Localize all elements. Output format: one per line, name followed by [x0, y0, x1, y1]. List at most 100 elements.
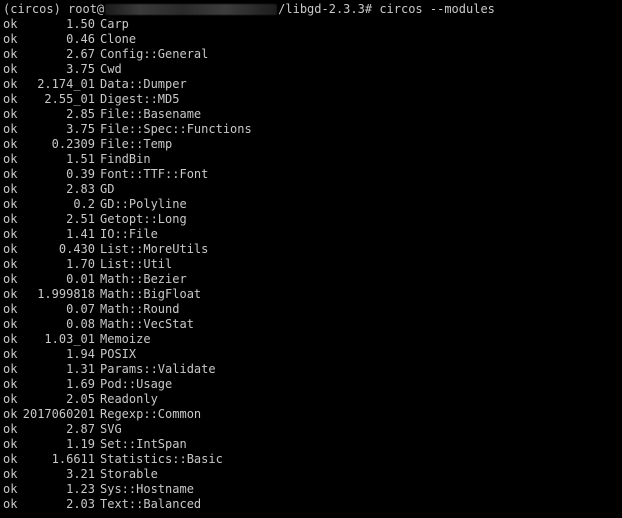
module-row: ok 1.19 Set::IntSpan [0, 437, 622, 452]
module-status: ok [3, 377, 18, 391]
module-version: 2.51 [66, 212, 95, 226]
module-status: ok [3, 317, 18, 331]
module-row: ok 1.999818 Math::BigFloat [0, 287, 622, 302]
module-version: 1.999818 [37, 287, 95, 301]
module-version: 1.23 [66, 482, 95, 496]
module-name: Math::Bezier [100, 272, 187, 286]
module-status: ok [3, 122, 18, 136]
module-status: ok [3, 482, 18, 496]
module-row: ok 1.70 List::Util [0, 257, 622, 272]
module-status: ok [3, 92, 18, 106]
module-row: ok 3.21 Storable [0, 467, 622, 482]
module-status: ok [3, 257, 18, 271]
module-status: ok [3, 47, 18, 61]
module-version: 1.69 [66, 377, 95, 391]
module-version: 3.75 [66, 62, 95, 76]
module-name: List::MoreUtils [100, 242, 209, 256]
module-name: IO::File [100, 227, 158, 241]
module-status: ok [3, 182, 18, 196]
module-row: ok 0.01 Math::Bezier [0, 272, 622, 287]
module-version: 2.05 [66, 392, 95, 406]
module-row: ok 0.08 Math::VecStat [0, 317, 622, 332]
module-version: 0.01 [66, 272, 95, 286]
module-row: ok 2.174_01 Data::Dumper [0, 77, 622, 92]
module-row: ok 3.75 File::Spec::Functions [0, 122, 622, 137]
terminal-window[interactable]: (circos) root@ /libgd-2.3.3# circos --mo… [0, 0, 622, 518]
prompt-env: (circos) root@ [3, 2, 105, 16]
module-name: Carp [100, 17, 129, 31]
module-name: Math::VecStat [100, 317, 194, 331]
module-version: 1.31 [66, 362, 95, 376]
module-name: List::Util [100, 257, 173, 271]
module-status: ok [3, 332, 18, 346]
module-version: 1.51 [66, 152, 95, 166]
module-version: 0.2 [73, 197, 95, 211]
module-status: ok [3, 62, 18, 76]
module-status: ok [3, 422, 18, 436]
module-name: Math::BigFloat [100, 287, 202, 301]
module-row: ok 2.05 Readonly [0, 392, 622, 407]
module-version: 2.83 [66, 182, 95, 196]
module-version: 2.174_01 [37, 77, 95, 91]
module-name: GD [100, 182, 115, 196]
module-row: ok 2.83 GD [0, 182, 622, 197]
module-row: ok 2.87 SVG [0, 422, 622, 437]
module-version: 1.6611 [51, 452, 95, 466]
module-name: GD::Polyline [100, 197, 187, 211]
module-row: ok 2.51 Getopt::Long [0, 212, 622, 227]
module-list: ok 1.50 Carp ok 0.46 Clone ok 2.67 Config::Gener… [0, 17, 622, 512]
module-name: File::Basename [100, 107, 202, 121]
module-name: POSIX [100, 347, 137, 361]
module-name: Clone [100, 32, 137, 46]
module-version: 1.03_01 [44, 332, 95, 346]
module-status: ok [3, 212, 18, 226]
module-row: ok 1.51 FindBin [0, 152, 622, 167]
module-version: 1.70 [66, 257, 95, 271]
module-version: 2017060201 [22, 407, 95, 421]
module-status: ok [3, 287, 18, 301]
module-name: Math::Round [100, 302, 180, 316]
module-row: ok 0.2 GD::Polyline [0, 197, 622, 212]
module-status: ok [3, 272, 18, 286]
module-name: Cwd [100, 62, 122, 76]
module-version: 1.50 [66, 17, 95, 31]
module-row: ok 1.23 Sys::Hostname [0, 482, 622, 497]
module-name: Pod::Usage [100, 377, 173, 391]
module-name: Readonly [100, 392, 158, 406]
module-row: ok 3.75 Cwd [0, 62, 622, 77]
module-version: 0.08 [66, 317, 95, 331]
module-name: File::Temp [100, 137, 173, 151]
module-version: 2.03 [66, 497, 95, 511]
module-row: ok 1.50 Carp [0, 17, 622, 32]
module-name: File::Spec::Functions [100, 122, 252, 136]
module-name: Text::Balanced [100, 497, 202, 511]
module-name: Digest::MD5 [100, 92, 180, 106]
module-status: ok [3, 452, 18, 466]
module-name: Set::IntSpan [100, 437, 187, 451]
module-row: ok 1.41 IO::File [0, 227, 622, 242]
module-name: Storable [100, 467, 158, 481]
prompt-path: /libgd-2.3.3# [278, 2, 380, 16]
module-row: ok 0.39 Font::TTF::Font [0, 167, 622, 182]
module-status: ok [3, 302, 18, 316]
module-version: 1.94 [66, 347, 95, 361]
module-status: ok [3, 17, 18, 31]
module-version: 2.85 [66, 107, 95, 121]
module-status: ok [3, 107, 18, 121]
module-name: Regexp::Common [100, 407, 202, 421]
module-name: Getopt::Long [100, 212, 187, 226]
module-status: ok [3, 227, 18, 241]
module-status: ok [3, 392, 18, 406]
module-row: ok 1.69 Pod::Usage [0, 377, 622, 392]
module-row: ok 2.55_01 Digest::MD5 [0, 92, 622, 107]
module-name: Params::Validate [100, 362, 216, 376]
module-status: ok [3, 347, 18, 361]
module-status: ok [3, 152, 18, 166]
module-version: 2.87 [66, 422, 95, 436]
module-row: ok 1.94 POSIX [0, 347, 622, 362]
module-version: 0.46 [66, 32, 95, 46]
module-name: Memoize [100, 332, 151, 346]
command-text: circos --modules [379, 2, 495, 16]
module-version: 0.07 [66, 302, 95, 316]
module-status: ok [3, 437, 18, 451]
